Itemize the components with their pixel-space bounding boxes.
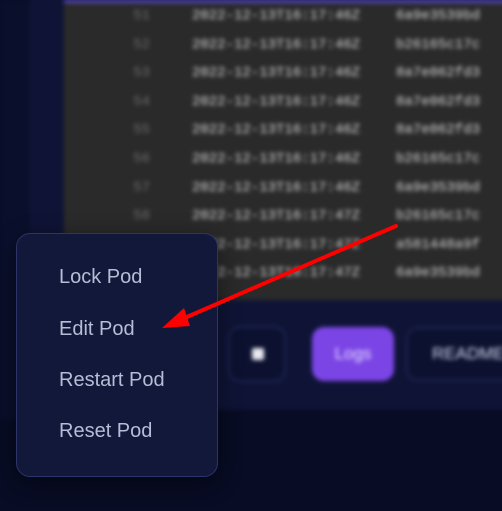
- context-menu: Lock Pod Edit Pod Restart Pod Reset Pod: [16, 233, 218, 477]
- log-message-id: a581448a9f: [396, 236, 481, 253]
- log-row: 51 2022-12-13T16:17:46Z 6a9e3539bd: [64, 8, 502, 28]
- log-message-id: 8a7e062fd3: [396, 93, 481, 110]
- log-timestamp: 2022-12-13T16:17:46Z: [192, 122, 361, 139]
- screen: 51 2022-12-13T16:17:46Z 6a9e3539bd 52 2022-1…: [0, 0, 502, 511]
- log-timestamp: 2022-12-13T16:17:46Z: [192, 179, 361, 196]
- menu-item-restart-pod[interactable]: Restart Pod: [59, 369, 165, 392]
- stop-square-icon: [252, 348, 264, 360]
- log-message-id: b26165c17c: [396, 36, 481, 53]
- menu-item-lock-pod[interactable]: Lock Pod: [59, 266, 142, 289]
- log-message-id: b26165c17c: [396, 208, 481, 225]
- log-row: 57 2022-12-13T16:17:46Z 6a9e3539bd: [64, 180, 502, 200]
- log-viewer-top-strip: [64, 0, 502, 3]
- log-message-id: b26165c17c: [396, 151, 481, 167]
- log-line-number: 58: [133, 208, 150, 225]
- log-line-number: 55: [133, 122, 150, 139]
- log-line-number: 51: [133, 8, 150, 24]
- log-line-number: 53: [133, 65, 150, 82]
- log-line-number: 56: [133, 151, 150, 167]
- log-message-id: 6a9e3539bd: [396, 8, 481, 24]
- log-row: 55 2022-12-13T16:17:46Z 8a7e062fd3: [64, 122, 502, 142]
- log-timestamp: 2022-12-13T16:17:46Z: [192, 8, 361, 24]
- log-row: 52 2022-12-13T16:17:46Z b26165c17c: [64, 37, 502, 57]
- log-row: 54 2022-12-13T16:17:46Z 8a7e062fd3: [64, 94, 502, 114]
- readme-button[interactable]: README: [406, 327, 502, 381]
- log-timestamp: 2022-12-13T16:17:46Z: [192, 36, 361, 53]
- log-line-number: 54: [133, 93, 150, 110]
- log-message-id: 8a7e062fd3: [396, 122, 481, 139]
- log-row: 56 2022-12-13T16:17:46Z b26165c17c: [64, 151, 502, 171]
- menu-item-edit-pod[interactable]: Edit Pod: [59, 318, 135, 341]
- log-message-id: 6a9e3539bd: [396, 179, 481, 196]
- logs-button[interactable]: Logs: [312, 327, 394, 381]
- log-row: 53 2022-12-13T16:17:46Z 8a7e062fd3: [64, 65, 502, 85]
- stop-button[interactable]: [228, 326, 286, 382]
- log-timestamp: 2022-12-13T16:17:46Z: [192, 151, 361, 167]
- log-message-id: 6a9e3539bd: [396, 265, 481, 282]
- log-timestamp: 2022-12-13T16:17:47Z: [192, 208, 361, 225]
- log-timestamp: 2022-12-13T16:17:46Z: [192, 93, 361, 110]
- log-line-number: 52: [133, 36, 150, 53]
- log-row: 58 2022-12-13T16:17:47Z b26165c17c: [64, 208, 502, 228]
- menu-item-reset-pod[interactable]: Reset Pod: [59, 420, 152, 443]
- log-message-id: 8a7e062fd3: [396, 65, 481, 82]
- log-line-number: 57: [133, 179, 150, 196]
- log-timestamp: 2022-12-13T16:17:46Z: [192, 65, 361, 82]
